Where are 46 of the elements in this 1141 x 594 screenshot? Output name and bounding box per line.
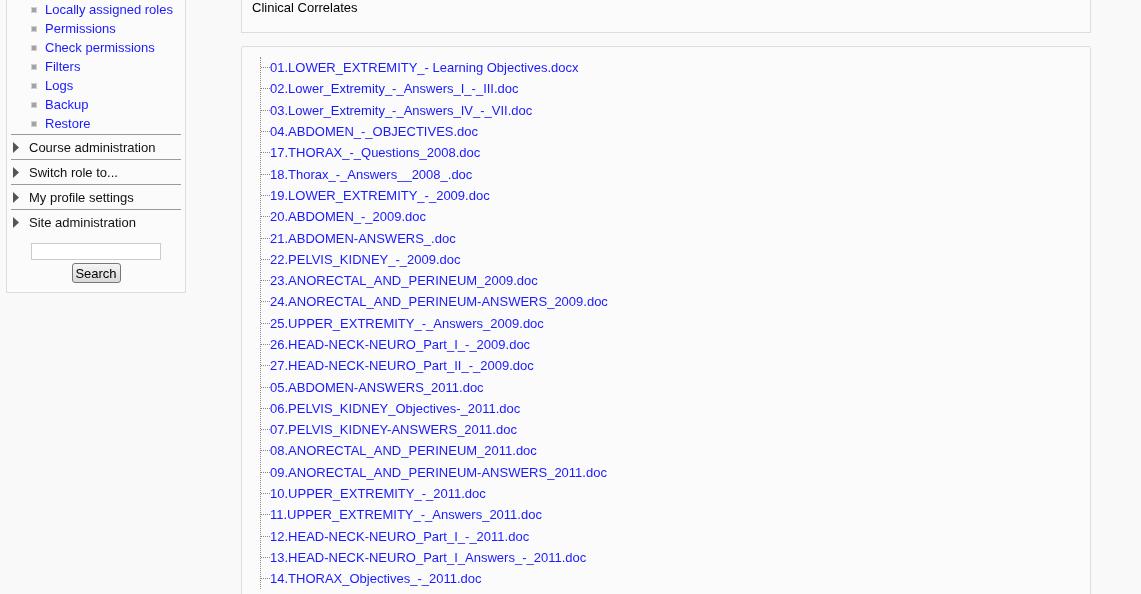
file-link[interactable]: 10.UPPER_EXTREMITY_-_2011.doc [270,486,486,502]
bullet-icon [31,25,37,32]
search-field[interactable] [31,243,161,260]
section-toggle[interactable]: Switch role to... [11,164,118,180]
sidebar-link[interactable]: Check permissions [45,40,155,55]
section-summary: Clinical Correlates [252,0,359,15]
file-link[interactable]: 22.PELVIS_KIDNEY_-_2009.doc [270,251,461,267]
file-link[interactable]: 06.PELVIS_KIDNEY_Objectives-_2011.doc [270,400,521,416]
bullet-icon [31,101,37,108]
sidebar-link[interactable]: Filters [45,59,81,74]
file-link[interactable]: 27.HEAD-NECK-NEURO_Part_II_-_2009.doc [270,358,534,374]
search-button[interactable]: Search [71,263,121,283]
file-link[interactable]: 01.LOWER_EXTREMITY_- Learning Objectives.docx [270,60,579,76]
file-link[interactable]: 12.HEAD-NECK-NEURO_Part_I_-_2011.doc [270,528,530,544]
file-link[interactable]: 03.Lower_Extremity_-_Answers_IV_-_VII.doc [270,102,533,118]
file-link[interactable]: 25.UPPER_EXTREMITY_-_Answers_2009.doc [270,315,544,331]
section-toggle[interactable]: Course administration [11,139,156,155]
file-link[interactable]: 14.THORAX_Objectives_-_2011.doc [270,571,482,587]
bullet-icon [31,6,37,13]
file-link[interactable]: 18.Thorax_-_Answers__2008_.doc [270,166,473,182]
file-link[interactable]: 17.THORAX_-_Questions_2008.doc [270,145,481,161]
sidebar-link[interactable]: Logs [45,78,74,93]
file-link[interactable]: 02.Lower_Extremity_-_Answers_I_-_III.doc [270,81,519,97]
file-link[interactable]: 13.HEAD-NECK-NEURO_Part_I_Answers_-_2011.doc [270,549,587,565]
file-link[interactable]: 20.ABDOMEN_-_2009.doc [270,209,427,225]
file-link[interactable]: 19.LOWER_EXTREMITY_-_2009.doc [270,187,490,203]
file-link[interactable]: 05.ABDOMEN-ANSWERS_2011.doc [270,379,484,395]
file-link[interactable]: 04.ABDOMEN_-_OBJECTIVES.doc [270,124,479,140]
bullet-icon [31,120,37,127]
file-link[interactable]: 11.UPPER_EXTREMITY_-_Answers_2011.doc [270,507,542,523]
file-link[interactable]: 07.PELVIS_KIDNEY-ANSWERS_2011.doc [270,422,517,438]
sidebar-link[interactable]: Backup [45,97,89,112]
bullet-icon [31,82,37,89]
section-toggle[interactable]: Site administration [11,214,136,230]
file-link[interactable]: 24.ANORECTAL_AND_PERINEUM-ANSWERS_2009.doc [270,294,608,310]
file-link[interactable]: 23.ANORECTAL_AND_PERINEUM_2009.doc [270,273,538,289]
bullet-icon [31,44,37,51]
sidebar-link[interactable]: Locally assigned roles [45,2,173,17]
bullet-icon [31,63,37,70]
file-link[interactable]: 26.HEAD-NECK-NEURO_Part_I_-_2009.doc [270,337,531,352]
section-toggle[interactable]: My profile settings [11,189,134,205]
file-link[interactable]: 21.ABDOMEN-ANSWERS_.doc [270,230,456,246]
sidebar-link[interactable]: Permissions [45,21,116,36]
file-link[interactable]: 09.ANORECTAL_AND_PERINEUM-ANSWERS_2011.doc [270,464,607,480]
sidebar-link[interactable]: Restore [45,116,91,131]
file-link[interactable]: 08.ANORECTAL_AND_PERINEUM_2011.doc [270,443,537,459]
